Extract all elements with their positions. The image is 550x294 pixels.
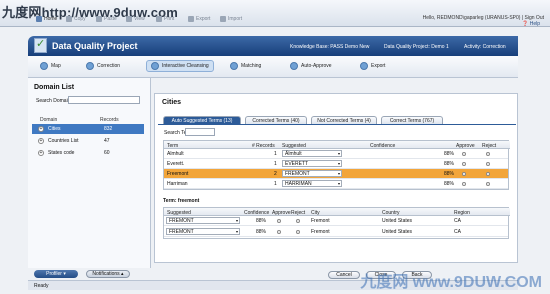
status-text: Ready — [34, 283, 49, 289]
domain-row[interactable]: + States code 60 — [32, 148, 144, 158]
domain-row[interactable]: + Countries List 47 — [32, 136, 144, 146]
step-map[interactable]: Map — [40, 62, 61, 70]
detail-row[interactable]: FREMONT ▾ 88% Fremont United States CA — [164, 216, 508, 226]
domain-list-title: Domain List — [34, 84, 75, 91]
home-icon — [36, 16, 42, 22]
suggested-dropdown[interactable]: Älmhult ▾ — [282, 150, 342, 157]
tab-auto-suggested[interactable]: Auto Suggested Terms (13) — [163, 116, 241, 124]
profiler-button[interactable]: Profiler ▾ — [34, 270, 78, 278]
chevron-down-icon: ▾ — [337, 151, 340, 156]
reject-radio[interactable] — [486, 182, 490, 186]
detail-grid-header: Suggested Confidence Approve Reject City… — [164, 208, 510, 216]
search-domain-label: Search Domain: — [36, 98, 72, 104]
app-window: 九度网http://www.9duw.com Home Copy Paste V… — [0, 0, 550, 294]
suggested-dropdown[interactable]: FREMONT ▾ — [282, 170, 342, 177]
tab-not-corrected[interactable]: Not Corrected Terms (4) — [311, 116, 377, 124]
suggested-dropdown[interactable]: FREMONT ▾ — [166, 228, 240, 235]
project-label: Data Quality Project: Demo 1 — [384, 44, 449, 50]
reject-radio[interactable] — [296, 219, 300, 223]
view-icon — [126, 16, 132, 22]
domain-column-header[interactable]: Domain — [40, 117, 57, 123]
app-logo: ✓ — [34, 38, 47, 53]
cancel-button[interactable]: Cancel — [328, 271, 360, 279]
records-column-header[interactable]: Records — [100, 117, 119, 123]
term-detail-label: Term: freemont — [163, 198, 200, 204]
site-watermark: 九度网http://www.9duw.com — [2, 5, 179, 20]
search-term-input[interactable] — [185, 128, 215, 136]
step-correction[interactable]: Correction — [86, 62, 120, 70]
search-domain-input[interactable] — [68, 96, 140, 104]
suggested-dropdown[interactable]: EVERETT ▾ — [282, 160, 342, 167]
tab-correct[interactable]: Correct Terms (767) — [381, 116, 443, 124]
domain-row[interactable]: + Cities 832 — [32, 124, 144, 134]
step-icon — [290, 62, 298, 70]
step-navigation: Map Correction Interactive Cleansing Mat… — [28, 56, 518, 78]
chevron-down-icon: ▾ — [235, 218, 238, 223]
grid-header: Term # Records Suggested Confidence Appr… — [164, 141, 510, 149]
expand-icon[interactable]: + — [38, 150, 44, 156]
copy-button[interactable]: Copy — [66, 15, 86, 23]
table-row[interactable]: Almhult 1 Älmhult ▾ 88% — [164, 149, 508, 159]
knowledge-base-label: Knowledge Base: PASS Demo New — [290, 44, 370, 50]
app-title: Data Quality Project — [52, 41, 138, 51]
step-icon — [360, 62, 368, 70]
step-matching[interactable]: Matching — [230, 62, 261, 70]
top-toolbar: 九度网http://www.9duw.com Home Copy Paste V… — [0, 0, 550, 27]
view-button[interactable]: View — [126, 15, 145, 23]
notifications-button[interactable]: Notifications ▴ — [86, 270, 130, 278]
domain-list-panel: Domain List Search Domain: Domain Record… — [28, 78, 151, 268]
suggested-dropdown[interactable]: FREMONT ▾ — [166, 217, 240, 224]
table-row[interactable]: Everett. 1 EVERETT ▾ 88% — [164, 159, 508, 169]
checkmark-icon: ✓ — [36, 38, 46, 50]
help-link[interactable]: ❓ Help — [522, 21, 540, 27]
suggested-dropdown[interactable]: HARRIMAN ▾ — [282, 180, 342, 187]
step-icon — [230, 62, 238, 70]
import-button[interactable]: Import — [220, 15, 242, 23]
chevron-down-icon: ▾ — [337, 181, 340, 186]
brand-watermark: 九度网 www.9DUW.COM — [360, 274, 542, 291]
table-row-selected[interactable]: Freemont 2 FREMONT ▾ 88% — [164, 169, 508, 179]
chevron-down-icon: ▾ — [337, 171, 340, 176]
step-icon — [86, 62, 94, 70]
reject-radio[interactable] — [296, 230, 300, 234]
approve-radio[interactable] — [462, 182, 466, 186]
approve-radio[interactable] — [462, 152, 466, 156]
cities-panel: Cities Auto Suggested Terms (13) Correct… — [154, 93, 518, 263]
export-button[interactable]: Export — [188, 15, 210, 23]
paste-button[interactable]: Paste — [96, 15, 117, 23]
copy-icon — [66, 16, 72, 22]
step-icon — [151, 62, 159, 70]
step-export[interactable]: Export — [360, 62, 385, 70]
expand-icon[interactable]: + — [38, 138, 44, 144]
import-icon — [220, 16, 226, 22]
expand-icon[interactable]: + — [38, 126, 44, 132]
print-icon — [156, 16, 162, 22]
step-icon — [40, 62, 48, 70]
tab-corrected[interactable]: Corrected Terms (40) — [245, 116, 307, 124]
activity-label: Activity: Correction — [464, 44, 506, 50]
term-detail-grid: Suggested Confidence Approve Reject City… — [163, 207, 510, 239]
export-icon — [188, 16, 194, 22]
paste-icon — [96, 16, 102, 22]
print-button[interactable]: Print — [156, 15, 174, 23]
step-auto-approve[interactable]: Auto-Approve — [290, 62, 332, 70]
chevron-down-icon: ▾ — [337, 161, 340, 166]
reject-radio[interactable] — [486, 162, 490, 166]
title-banner: ✓ Data Quality Project Knowledge Base: P… — [28, 36, 518, 56]
approve-radio[interactable] — [277, 230, 281, 234]
approve-radio[interactable] — [462, 172, 466, 176]
terms-grid: Term # Records Suggested Confidence Appr… — [163, 140, 510, 190]
reject-radio[interactable] — [486, 152, 490, 156]
approve-radio[interactable] — [277, 219, 281, 223]
chevron-down-icon: ▾ — [235, 229, 238, 234]
step-interactive-cleansing[interactable]: Interactive Cleansing — [146, 60, 214, 72]
help-icon: ❓ — [522, 21, 529, 27]
table-row[interactable]: Harriman 1 HARRIMAN ▾ 88% — [164, 179, 508, 189]
reject-radio[interactable] — [486, 172, 490, 176]
detail-row[interactable]: FREMONT ▾ 88% Fremont United States CA — [164, 227, 508, 237]
home-button[interactable]: Home — [36, 15, 57, 23]
approve-radio[interactable] — [462, 162, 466, 166]
domain-title: Cities — [162, 99, 182, 106]
tab-underline — [158, 124, 516, 125]
